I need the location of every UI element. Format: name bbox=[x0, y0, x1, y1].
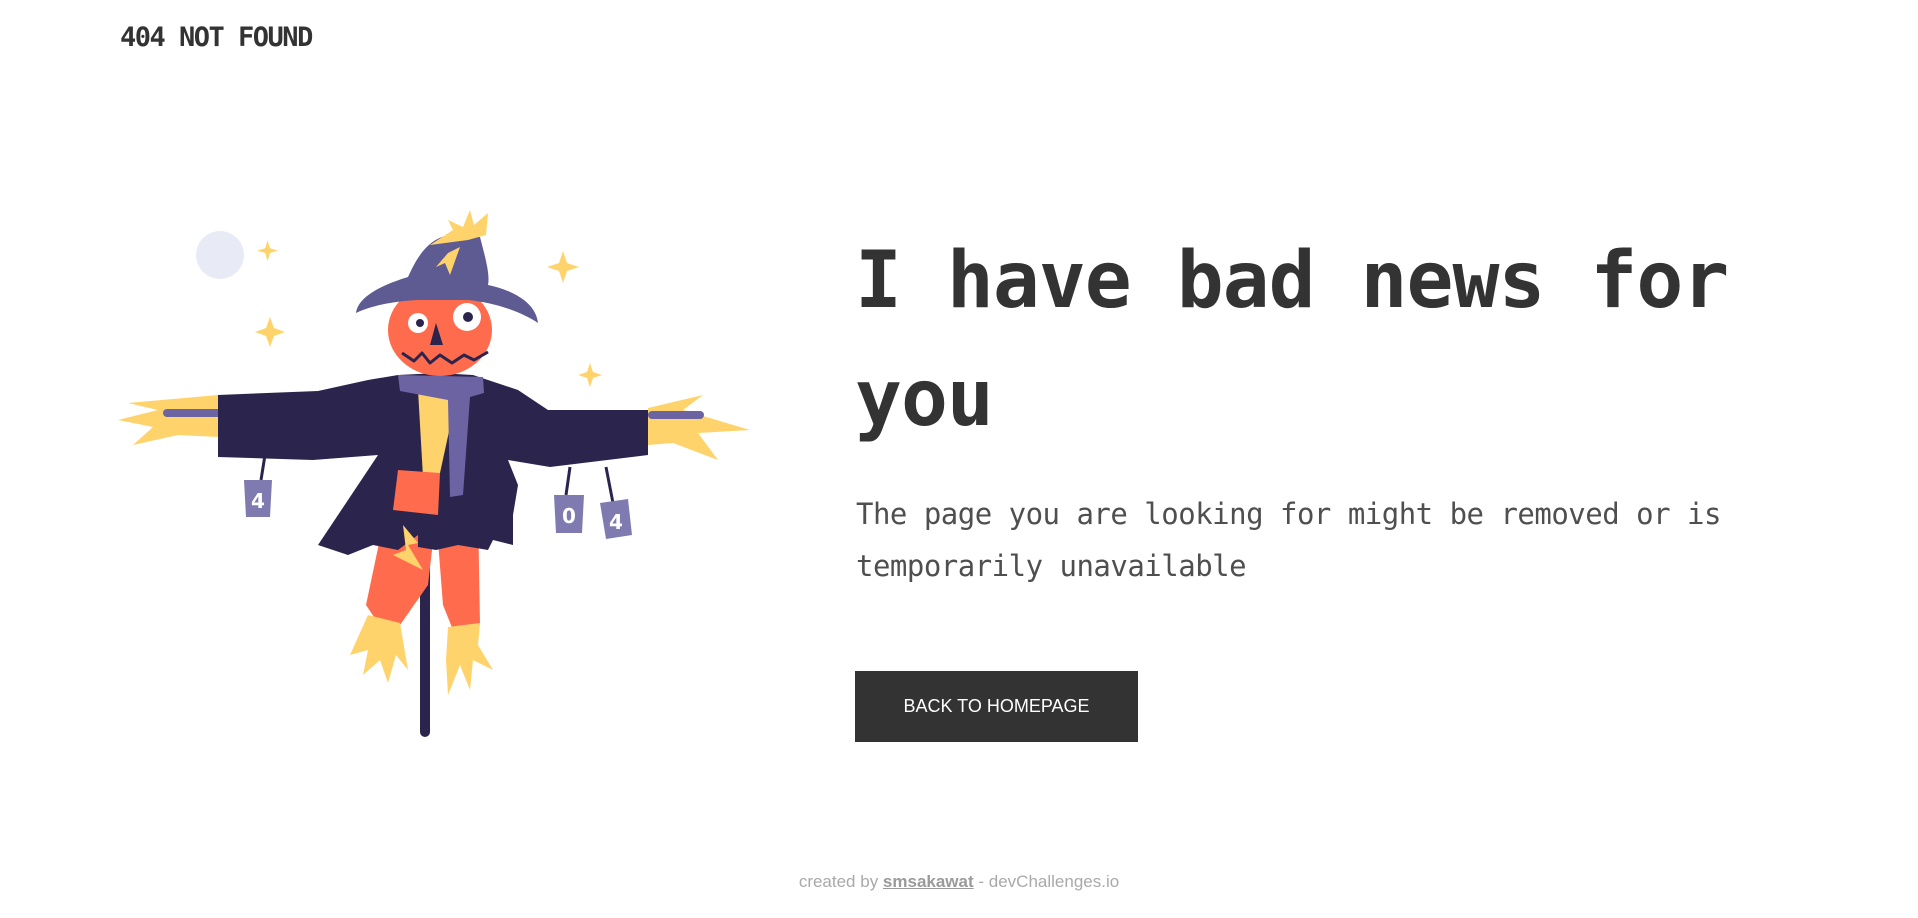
right-foot-straw bbox=[446, 623, 493, 695]
author-link[interactable]: smsakawat bbox=[883, 872, 974, 891]
footer: created by smsakawat - devChallenges.io bbox=[0, 872, 1918, 892]
can-right: 4 bbox=[600, 499, 632, 539]
can-middle: 0 bbox=[554, 495, 584, 533]
svg-text:4: 4 bbox=[609, 510, 623, 534]
svg-text:0: 0 bbox=[562, 504, 576, 528]
left-hand-straw bbox=[118, 395, 218, 445]
can-left: 4 bbox=[244, 480, 272, 517]
footer-prefix: created by bbox=[798, 872, 883, 891]
footer-suffix: - devChallenges.io bbox=[973, 872, 1120, 891]
left-foot-straw bbox=[350, 615, 408, 683]
scarecrow-illustration: 4 0 4 bbox=[118, 210, 750, 737]
moon-icon bbox=[196, 231, 244, 279]
svg-text:4: 4 bbox=[251, 489, 265, 513]
site-title: 404 NOT FOUND bbox=[120, 22, 313, 53]
back-to-homepage-button[interactable]: BACK TO HOMEPAGE bbox=[855, 671, 1138, 742]
error-message: The page you are looking for might be re… bbox=[856, 497, 1721, 583]
page-headline: I have bad news for you bbox=[855, 236, 1729, 444]
right-hand-straw bbox=[648, 395, 750, 460]
